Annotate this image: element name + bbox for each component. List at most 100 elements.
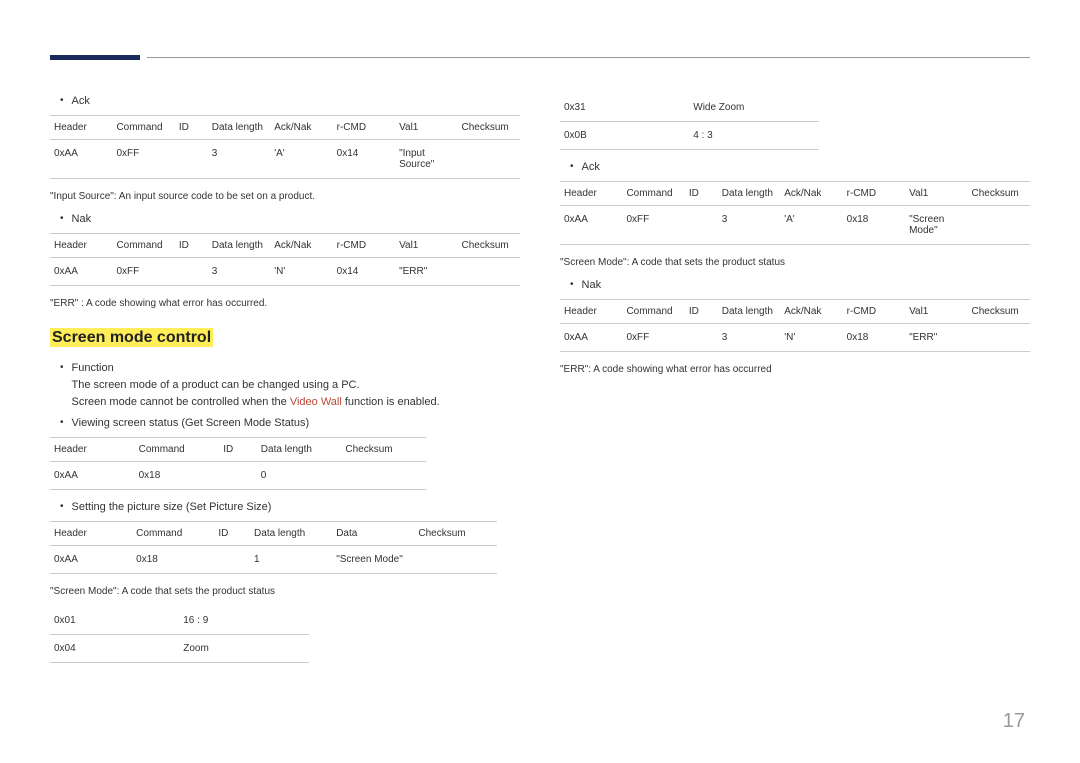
table-row: 0x04 Zoom xyxy=(50,635,309,663)
bullet-icon: • xyxy=(60,94,64,109)
fn-2a: Screen mode cannot be controlled when th… xyxy=(72,396,290,408)
bullet-text: Viewing screen status (Get Screen Mode S… xyxy=(72,416,310,431)
bullet-text: Function The screen mode of a product ca… xyxy=(72,361,440,410)
th: Command xyxy=(132,522,214,546)
td: "ERR" xyxy=(905,324,967,352)
td: 'N' xyxy=(270,258,332,286)
td: 0xAA xyxy=(560,206,622,245)
para-input-source: "Input Source": An input source code to … xyxy=(50,189,520,204)
fn-2c: function is enabled. xyxy=(342,396,440,408)
table-nak-left: Header Command ID Data length Ack/Nak r-… xyxy=(50,233,520,286)
th: r-CMD xyxy=(843,182,905,206)
bullet-text: Nak xyxy=(582,278,602,293)
td xyxy=(685,324,718,352)
fn-label: Function xyxy=(72,362,114,374)
bullet-icon: • xyxy=(570,278,574,293)
td: 3 xyxy=(208,140,270,179)
td: 0xAA xyxy=(50,546,132,574)
para-screen-mode-right: "Screen Mode": A code that sets the prod… xyxy=(560,255,1030,270)
td: "Screen Mode" xyxy=(905,206,967,245)
td: 0x01 xyxy=(50,607,179,635)
th: ID xyxy=(685,182,718,206)
th: Header xyxy=(50,234,112,258)
td: 3 xyxy=(718,206,780,245)
th: Checksum xyxy=(458,234,520,258)
td: 0x18 xyxy=(132,546,214,574)
th: Val1 xyxy=(905,300,967,324)
table-viewing: Header Command ID Data length Checksum 0… xyxy=(50,437,426,490)
para-err-left: "ERR" : A code showing what error has oc… xyxy=(50,296,520,311)
td: 0xAA xyxy=(50,258,112,286)
th: Data length xyxy=(718,300,780,324)
table-codes-left: 0x01 16 : 9 0x04 Zoom xyxy=(50,607,309,663)
header-rule xyxy=(50,55,1030,60)
td: 'N' xyxy=(780,324,842,352)
bullet-icon: • xyxy=(60,212,64,227)
th: Ack/Nak xyxy=(270,116,332,140)
th: Command xyxy=(622,300,684,324)
td xyxy=(685,206,718,245)
td: "Screen Mode" xyxy=(332,546,414,574)
th: r-CMD xyxy=(333,116,395,140)
table-ack-right: Header Command ID Data length Ack/Nak r-… xyxy=(560,181,1030,245)
td xyxy=(175,140,208,179)
fn-line2: Screen mode cannot be controlled when th… xyxy=(72,395,440,410)
th: Data xyxy=(332,522,414,546)
table-setting: Header Command ID Data length Data Check… xyxy=(50,521,497,574)
bullet-icon: • xyxy=(60,416,64,431)
highlight: Screen mode control xyxy=(50,328,213,347)
bullet-text: Ack xyxy=(582,160,600,175)
td: 0x18 xyxy=(843,206,905,245)
bullet-function: • Function The screen mode of a product … xyxy=(60,361,520,410)
bullet-setting: • Setting the picture size (Set Picture … xyxy=(60,500,520,515)
header-rule-thin xyxy=(147,57,1030,58)
bullet-icon: • xyxy=(60,361,64,410)
table-nak-right: Header Command ID Data length Ack/Nak r-… xyxy=(560,299,1030,352)
th: ID xyxy=(175,234,208,258)
table-row: 0x01 16 : 9 xyxy=(50,607,309,635)
bullet-text: Ack xyxy=(72,94,90,109)
th: ID xyxy=(214,522,250,546)
th: r-CMD xyxy=(843,300,905,324)
th: Data length xyxy=(208,234,270,258)
th: r-CMD xyxy=(333,234,395,258)
bullet-viewing: • Viewing screen status (Get Screen Mode… xyxy=(60,416,520,431)
fn-line1: The screen mode of a product can be chan… xyxy=(72,378,440,393)
table-row: 0x0B 4 : 3 xyxy=(560,122,819,150)
td: 0x31 xyxy=(560,94,689,122)
para-screen-mode-left: "Screen Mode": A code that sets the prod… xyxy=(50,584,520,599)
td: 0xFF xyxy=(112,140,174,179)
th: Data length xyxy=(257,438,342,462)
bullet-text: Nak xyxy=(72,212,92,227)
th: Data length xyxy=(250,522,332,546)
td: Wide Zoom xyxy=(689,94,818,122)
td: 0x18 xyxy=(135,462,220,490)
th: Val1 xyxy=(395,234,457,258)
right-column: 0x31 Wide Zoom 0x0B 4 : 3 • Ack Header C… xyxy=(560,88,1030,673)
td: 0xAA xyxy=(50,462,135,490)
td: 16 : 9 xyxy=(179,607,308,635)
td xyxy=(968,324,1030,352)
th: Command xyxy=(622,182,684,206)
table-row: 0xAA 0x18 1 "Screen Mode" xyxy=(50,546,497,574)
th: Header xyxy=(560,300,622,324)
td: 0x0B xyxy=(560,122,689,150)
td xyxy=(219,462,257,490)
th: Checksum xyxy=(341,438,426,462)
table-row: 0xAA 0xFF 3 'A' 0x18 "Screen Mode" xyxy=(560,206,1030,245)
td: 0x04 xyxy=(50,635,179,663)
bullet-ack-left: • Ack xyxy=(60,94,520,109)
th: Data length xyxy=(208,116,270,140)
table-row: 0xAA 0xFF 3 'N' 0x18 "ERR" xyxy=(560,324,1030,352)
table-row: 0xAA 0xFF 3 'A' 0x14 "Input Source" xyxy=(50,140,520,179)
th: Checksum xyxy=(414,522,496,546)
td xyxy=(175,258,208,286)
td: 1 xyxy=(250,546,332,574)
para-err-right: "ERR": A code showing what error has occ… xyxy=(560,362,1030,377)
th: Ack/Nak xyxy=(270,234,332,258)
td: "Input Source" xyxy=(395,140,457,179)
bullet-icon: • xyxy=(60,500,64,515)
td xyxy=(458,258,520,286)
th: ID xyxy=(219,438,257,462)
th: Header xyxy=(50,438,135,462)
